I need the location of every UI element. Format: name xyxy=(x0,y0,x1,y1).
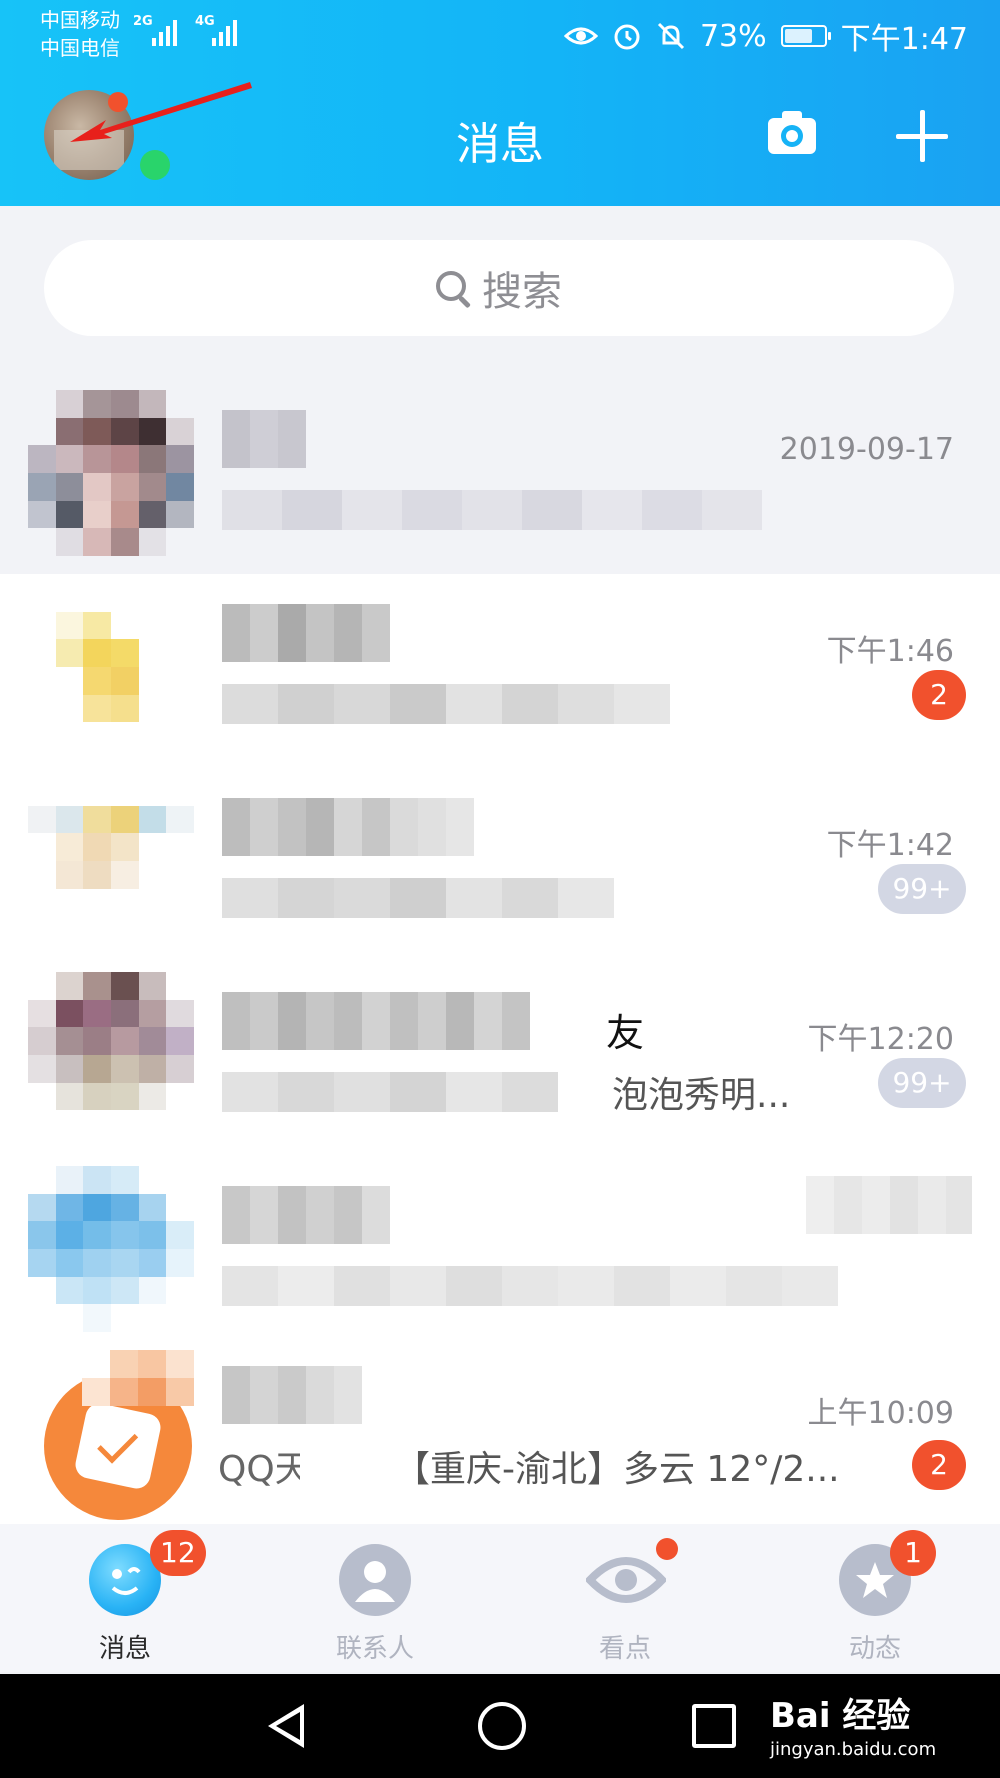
eye-watch-icon xyxy=(586,1557,666,1603)
tab-discover-dot xyxy=(656,1538,678,1560)
message-preview: 【重庆-渝北】多云 12°/2... xyxy=(394,1449,840,1490)
avatar xyxy=(28,972,194,1138)
carrier-2: 中国电信 xyxy=(40,36,120,60)
contact-name-partial: 友 xyxy=(606,1011,645,1055)
camera-icon[interactable] xyxy=(766,108,818,156)
tab-moments[interactable]: 动态 1 xyxy=(750,1524,1000,1672)
tab-contacts[interactable]: 联系人 xyxy=(250,1524,500,1672)
recent-apps-icon[interactable] xyxy=(692,1704,736,1748)
carrier-1: 中国移动 xyxy=(40,8,120,32)
message-time: 下午1:42 xyxy=(826,828,954,863)
message-preview-blurred xyxy=(222,490,762,530)
tab-discover[interactable]: 看点 xyxy=(500,1524,750,1672)
mute-bell-icon xyxy=(657,22,684,50)
message-time: 上午10:09 xyxy=(807,1396,954,1431)
header: 中国移动 中国电信 2G 4G 73% 下午1:47 消息 xyxy=(0,0,1000,206)
add-button[interactable] xyxy=(896,110,948,162)
tab-messages-badge: 12 xyxy=(150,1530,206,1576)
network-type-1: 2G xyxy=(133,14,153,29)
avatar xyxy=(28,584,194,750)
contact-name-blurred xyxy=(222,798,474,856)
status-right: 73% 下午1:47 xyxy=(563,14,968,58)
tab-moments-badge: 1 xyxy=(890,1530,936,1576)
contact-name-blurred xyxy=(222,604,390,662)
avatar xyxy=(28,390,194,556)
signal-icon xyxy=(212,14,237,46)
unread-badge: 2 xyxy=(912,670,966,720)
alarm-icon xyxy=(614,24,640,50)
message-preview-blurred xyxy=(222,684,670,724)
unread-badge: 99+ xyxy=(878,864,966,914)
message-preview-blurred xyxy=(222,878,614,918)
message-preview-partial: 泡泡秀明... xyxy=(612,1075,791,1116)
contacts-icon xyxy=(339,1544,411,1616)
eye-icon xyxy=(563,27,598,45)
contact-name-partial: QQ天 xyxy=(218,1449,311,1490)
bottom-tab-bar: 消息 12 联系人 看点 动态 1 xyxy=(0,1524,1000,1672)
signal-icon xyxy=(152,14,177,46)
back-icon[interactable] xyxy=(268,1704,304,1748)
contact-name-blurred xyxy=(222,992,530,1050)
tab-messages-label: 消息 xyxy=(98,1634,151,1664)
battery-icon xyxy=(780,25,831,47)
tab-moments-label: 动态 xyxy=(848,1634,901,1664)
status-bar: 中国移动 中国电信 2G 4G 73% 下午1:47 xyxy=(0,0,1000,70)
message-preview-blurred xyxy=(222,1266,838,1306)
home-icon[interactable] xyxy=(478,1702,526,1750)
avatar xyxy=(28,1166,194,1332)
message-time: 下午12:20 xyxy=(807,1022,954,1057)
watermark-sub: jingyan.baidu.com xyxy=(770,1739,937,1760)
message-preview-blurred xyxy=(222,1072,558,1112)
list-item[interactable]: 友 泡泡秀明... 下午12:20 99+ xyxy=(0,962,1000,1156)
list-item[interactable] xyxy=(0,1156,1000,1350)
page-title: 消息 xyxy=(456,119,544,170)
redaction-block xyxy=(300,1436,398,1486)
avatar-mosaic xyxy=(82,1350,194,1406)
contact-name-blurred xyxy=(222,1186,390,1244)
message-time: 下午1:46 xyxy=(826,634,954,669)
list-item[interactable]: 下午1:42 99+ xyxy=(0,768,1000,962)
list-item[interactable]: 下午1:46 2 xyxy=(0,574,1000,768)
tab-contacts-label: 联系人 xyxy=(335,1634,414,1664)
contact-name-blurred xyxy=(222,1366,362,1424)
list-item[interactable]: QQ天 【重庆-渝北】多云 12°/2... 上午10:09 2 xyxy=(0,1350,1000,1524)
baidu-watermark: Bai 经验 jingyan.baidu.com xyxy=(770,1688,936,1760)
weather-badge-icon xyxy=(72,1400,164,1492)
tab-messages[interactable]: 消息 12 xyxy=(0,1524,250,1672)
tab-discover-label: 看点 xyxy=(598,1634,651,1664)
time-blurred xyxy=(806,1176,972,1234)
watermark-main: Bai 经验 xyxy=(770,1696,911,1736)
avatar xyxy=(28,778,194,944)
battery-percent: 73% xyxy=(699,18,767,54)
status-time: 下午1:47 xyxy=(840,22,968,57)
list-item[interactable]: 2019-09-17 xyxy=(0,380,1000,574)
search-placeholder: 搜索 xyxy=(482,269,562,315)
contact-name-blurred xyxy=(222,410,306,468)
message-time: 2019-09-17 xyxy=(779,432,954,467)
search-icon xyxy=(436,271,470,305)
system-navigation-bar: Bai 经验 jingyan.baidu.com xyxy=(0,1674,1000,1778)
search-bar[interactable]: 搜索 xyxy=(44,240,954,336)
unread-badge: 2 xyxy=(912,1440,966,1490)
unread-badge: 99+ xyxy=(878,1058,966,1108)
